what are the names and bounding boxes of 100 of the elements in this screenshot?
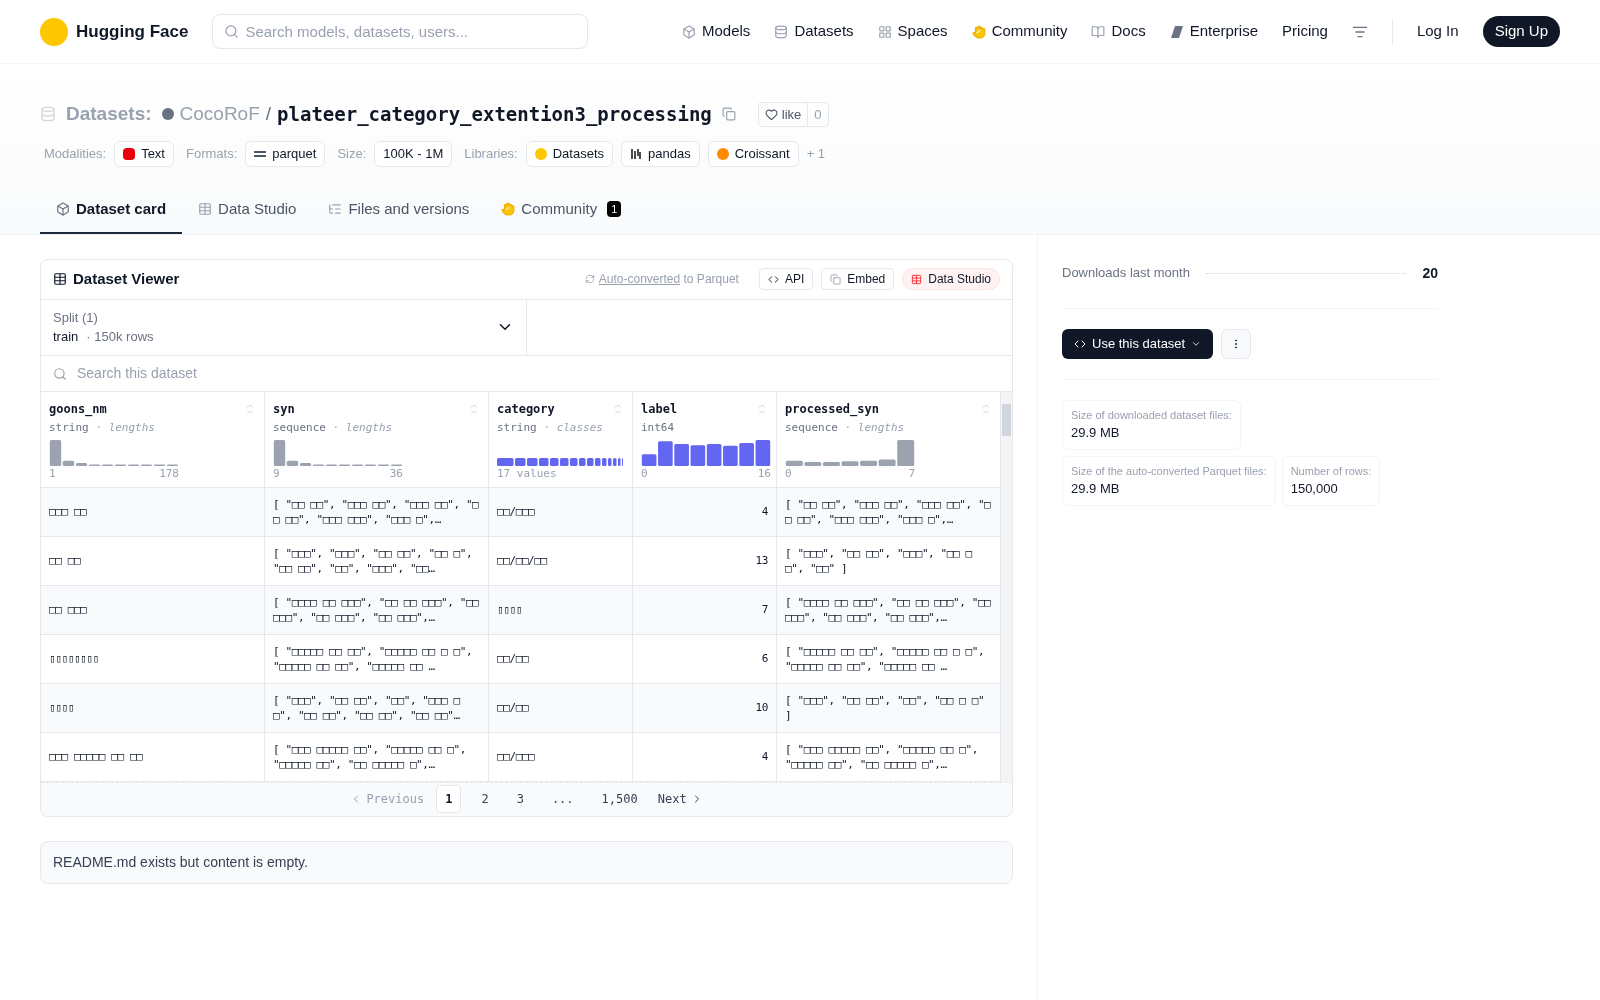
- viewer-button[interactable]: API: [758, 268, 814, 290]
- nav-link[interactable]: Enterprise: [1169, 20, 1259, 43]
- tag-group-label: Libraries:: [464, 144, 518, 163]
- brand-name[interactable]: Hugging Face: [76, 18, 189, 45]
- table-cell: ▯▯▯▯: [41, 683, 265, 732]
- table-cell: ▯▯▯▯: [489, 585, 633, 634]
- axis-label: 16: [757, 466, 771, 482]
- sort-icon[interactable]: [756, 402, 768, 415]
- table-cell: □□ □□□: [41, 585, 265, 634]
- tag-chip[interactable]: Datasets: [525, 140, 614, 167]
- column-name: category: [497, 400, 555, 418]
- use-dataset-button[interactable]: Use this dataset: [1062, 328, 1214, 359]
- dataset-name[interactable]: plateer_category_extention3_processing: [277, 100, 712, 129]
- axis-label: 0: [785, 466, 792, 482]
- logo-icon[interactable]: [40, 17, 68, 46]
- axis-label: 0: [641, 466, 648, 482]
- table-cell: ▯▯▯▯▯▯▯▯: [41, 634, 265, 683]
- column-type: sequence: [273, 420, 326, 434]
- stat-label: Number of rows:: [1290, 463, 1372, 479]
- copy-icon[interactable]: [721, 107, 736, 122]
- column-header[interactable]: processed_syn sequence · lengths 0 7: [777, 391, 1001, 487]
- more-button[interactable]: [1221, 328, 1252, 359]
- page-link[interactable]: 1,500: [593, 786, 646, 812]
- nav-link[interactable]: Docs: [1091, 20, 1146, 43]
- hand-icon: [971, 24, 986, 39]
- column-stat: · lengths: [94, 420, 155, 434]
- tag-chip[interactable]: pandas: [621, 140, 700, 167]
- nav-link[interactable]: Models: [682, 20, 751, 43]
- downloads-count: 20: [1422, 263, 1438, 283]
- search-icon: [53, 366, 67, 381]
- table-cell: □□/□□: [489, 634, 633, 683]
- tab[interactable]: Dataset card: [40, 186, 183, 234]
- table-cell: □□□ □□: [41, 487, 265, 536]
- nav-link[interactable]: Spaces: [877, 20, 948, 43]
- refresh-icon: [584, 274, 595, 284]
- table-cell: [ "□□□□□ □□ □□", "□□□□□ □□ □ □", "□□□□□ □□ □□", "□□□□□ □□ …: [265, 634, 489, 683]
- text-icon: [123, 147, 136, 160]
- split-rows: · 150k rows: [86, 329, 154, 344]
- dataset-search-field[interactable]: Search this dataset: [41, 355, 1012, 391]
- tag-group-label: Size:: [337, 144, 367, 163]
- like-button[interactable]: like 0: [757, 101, 829, 127]
- search-field[interactable]: Search models, datasets, users...: [212, 14, 589, 49]
- tag-chip[interactable]: 100K - 1M: [374, 140, 453, 167]
- column-name: processed_syn: [785, 400, 879, 418]
- table-cell: 4: [633, 732, 777, 781]
- column-name: label: [641, 400, 678, 418]
- heart-icon: [764, 107, 778, 121]
- axis-label: 7: [908, 466, 915, 482]
- table-cell: [ "□□□", "□□ □□", "□□", "□□□ □ □", "□□ □□", "□□ □□", "□□ □□"…: [265, 683, 489, 732]
- tab[interactable]: Files and versions: [312, 186, 486, 234]
- page-link[interactable]: 1: [436, 785, 462, 813]
- axis-label: 9: [273, 466, 280, 482]
- cube-icon: [56, 202, 70, 216]
- stat-value: 29.9 MB: [1071, 480, 1121, 498]
- nav-link[interactable]: Pricing: [1282, 20, 1328, 43]
- sort-icon[interactable]: [980, 402, 992, 415]
- tag-chip[interactable]: Text: [114, 140, 174, 167]
- table-cell: 10: [633, 683, 777, 732]
- column-type: int64: [641, 420, 675, 434]
- downloads-label: Downloads last month: [1062, 264, 1190, 283]
- viewer-button[interactable]: Data Studio: [902, 268, 1000, 290]
- table-cell: □□/□□/□□: [489, 536, 633, 585]
- layers-icon: [254, 150, 267, 157]
- column-type: string: [49, 420, 89, 434]
- tab[interactable]: Community 1: [485, 186, 638, 234]
- page-link[interactable]: ...: [543, 786, 582, 812]
- table-cell: 7: [633, 585, 777, 634]
- next-link[interactable]: Next: [657, 790, 703, 808]
- page-link[interactable]: 3: [508, 786, 532, 812]
- table-cell: 4: [633, 487, 777, 536]
- tab[interactable]: Data Studio: [182, 186, 313, 234]
- signup-button[interactable]: Sign Up: [1482, 16, 1560, 47]
- stat-label: Size of downloaded dataset files:: [1071, 407, 1232, 423]
- column-header[interactable]: goons_nm string · lengths 1 178: [41, 391, 265, 487]
- login-link[interactable]: Log In: [1416, 20, 1459, 43]
- column-header[interactable]: syn sequence · lengths 9 36: [265, 391, 489, 487]
- split-selector[interactable]: Split (1) train · 150k rows: [41, 299, 527, 355]
- sort-icon[interactable]: [244, 402, 256, 415]
- sort-icon[interactable]: [468, 402, 480, 415]
- column-header[interactable]: category string · classes 17 values: [489, 391, 633, 487]
- cube-icon: [682, 24, 696, 39]
- smiley-icon: [534, 147, 547, 160]
- viewer-button[interactable]: Embed: [821, 268, 895, 290]
- viewer-title: Dataset Viewer: [73, 268, 180, 289]
- table-cell: 6: [633, 634, 777, 683]
- nav-link[interactable]: Datasets: [774, 20, 854, 43]
- stat-label: Size of the auto-converted Parquet files:: [1071, 463, 1267, 479]
- axis-label: 17 values: [497, 466, 557, 482]
- nav-link[interactable]: Community: [971, 20, 1068, 43]
- stat-value: 150,000: [1290, 480, 1339, 498]
- table-cell: [ "□□□", "□□□", "□□ □□", "□□ □", "□□ □□", "□□", "□□□", "□□…: [265, 536, 489, 585]
- page-link[interactable]: 2: [473, 786, 497, 812]
- auto-converted-note: Auto-converted to Parquet: [598, 271, 739, 288]
- scrollbar[interactable]: [1001, 391, 1012, 782]
- column-header[interactable]: label int64 0 16: [633, 391, 777, 487]
- sort-icon[interactable]: [612, 402, 624, 415]
- tag-chip[interactable]: parquet: [245, 140, 326, 167]
- column-name: goons_nm: [49, 400, 107, 418]
- tag-chip[interactable]: Croissant: [707, 140, 799, 167]
- breadcrumb-prefix: Datasets:: [66, 102, 152, 126]
